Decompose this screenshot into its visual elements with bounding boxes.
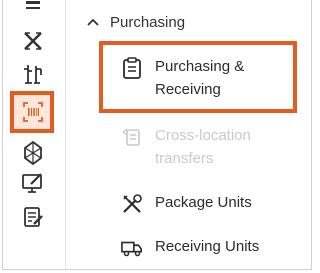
menu-item-cross-location-transfers: Cross-location transfers	[121, 124, 251, 170]
chevron-up-icon	[87, 18, 99, 26]
menu-item-label: Receiving Units	[155, 238, 260, 255]
clipboard-icon	[121, 57, 143, 79]
stand-tool-icon[interactable]	[21, 62, 45, 86]
menu-item-label: Package Units	[155, 194, 252, 211]
transfer-icon	[121, 126, 143, 148]
section-title: Purchasing	[110, 13, 186, 31]
menu-item-package-units[interactable]: Package Units	[121, 191, 252, 215]
truck-icon	[121, 237, 143, 259]
top-partial-icon[interactable]	[21, 0, 45, 18]
submenu-panel: Purchasing Purchasing & Receiving Cross-…	[66, 0, 311, 269]
menu-item-purchasing-receiving[interactable]: Purchasing & Receiving	[121, 55, 244, 101]
x-close-icon[interactable]	[21, 29, 45, 53]
menu-item-receiving-units[interactable]: Receiving Units	[121, 235, 259, 259]
navigation-menu: Purchasing Purchasing & Receiving Cross-…	[2, 0, 312, 270]
menu-item-label: Purchasing & Receiving	[155, 58, 245, 98]
icon-rail	[3, 0, 65, 269]
monitor-edit-icon[interactable]	[21, 172, 45, 196]
clipboard-edit-icon[interactable]	[21, 205, 45, 229]
tools-icon	[121, 193, 143, 215]
barcode-scan-icon[interactable]	[21, 100, 45, 124]
menu-item-label: Cross-location transfers	[155, 127, 251, 167]
gem-cube-icon[interactable]	[21, 141, 45, 165]
section-header-purchasing[interactable]: Purchasing	[86, 10, 185, 34]
